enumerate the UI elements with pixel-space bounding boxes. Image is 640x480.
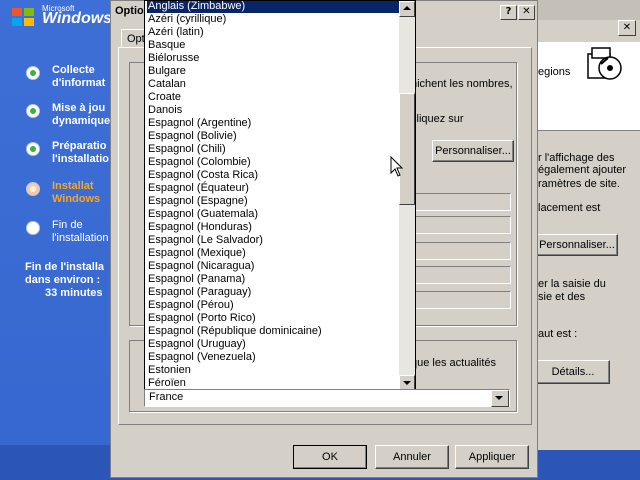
locale-dropdown-list[interactable]: Anglais (Zimbabwe) Azéri (cyrillique) Azér… bbox=[144, 0, 416, 392]
arrow-down-icon bbox=[403, 381, 411, 385]
step-done-icon bbox=[26, 66, 40, 80]
back-text-emplacement: lacement est bbox=[538, 202, 601, 214]
locale-list-item[interactable]: Biélorusse bbox=[147, 52, 399, 65]
back-text-saisie2: sie et des bbox=[538, 291, 586, 303]
back-window-header: egions bbox=[538, 42, 640, 130]
step-label-line1: Installat bbox=[52, 180, 94, 192]
step-current-icon bbox=[26, 182, 40, 196]
step-label-line2: l'installation bbox=[52, 232, 109, 244]
list-scrollbar[interactable] bbox=[399, 1, 415, 391]
locale-list-item[interactable]: Espagnol (Argentine) bbox=[147, 117, 399, 130]
back-text-affichage1: r l'affichage des bbox=[538, 152, 615, 164]
locale-list-item[interactable]: Espagnol (Équateur) bbox=[147, 182, 399, 195]
locale-list-items: Anglais (Zimbabwe) Azéri (cyrillique) Azér… bbox=[147, 1, 399, 390]
combobox-dropdown-button[interactable] bbox=[491, 390, 509, 407]
step-label-line2: dynamique bbox=[52, 115, 111, 127]
back-text-affichage3: ramètres de site. bbox=[538, 178, 620, 190]
back-text-affichage2: également ajouter bbox=[538, 164, 627, 176]
time-remaining: Fin de l'installa dans environ : 33 minu… bbox=[25, 261, 110, 300]
step-label-line2: d'informat bbox=[52, 77, 106, 89]
back-text-defaut: aut est : bbox=[538, 328, 578, 340]
step-pending-icon bbox=[26, 221, 40, 235]
step-done-icon bbox=[26, 142, 40, 156]
locale-list-item[interactable]: Espagnol (Le Salvador) bbox=[147, 234, 399, 247]
locale-list-item[interactable]: Catalan bbox=[147, 78, 399, 91]
scroll-thumb[interactable] bbox=[399, 93, 415, 205]
back-customize-button[interactable]: Personnaliser... bbox=[536, 234, 618, 256]
locale-list-item[interactable]: Anglais (Zimbabwe) bbox=[147, 1, 399, 13]
logo-windows-text: Windows bbox=[42, 10, 113, 27]
locale-list-item[interactable]: Bulgare bbox=[147, 65, 399, 78]
locale-list-item[interactable]: Espagnol (Costa Rica) bbox=[147, 169, 399, 182]
sample-long-date-field bbox=[409, 291, 511, 309]
locale-list-item[interactable]: Espagnol (Guatemala) bbox=[147, 208, 399, 221]
locale-list-item[interactable]: Azéri (cyrillique) bbox=[147, 13, 399, 26]
apply-button[interactable]: Appliquer bbox=[455, 445, 529, 469]
close-button[interactable]: ✕ bbox=[518, 5, 535, 20]
back-details-button[interactable]: Détails... bbox=[536, 360, 610, 384]
locale-list-item[interactable]: Croate bbox=[147, 91, 399, 104]
locale-list-item[interactable]: Espagnol (Venezuela) bbox=[147, 351, 399, 364]
locale-list-item[interactable]: Espagnol (Honduras) bbox=[147, 221, 399, 234]
locale-list-item[interactable]: Espagnol (Uruguay) bbox=[147, 338, 399, 351]
locale-list-item[interactable]: Espagnol (Chili) bbox=[147, 143, 399, 156]
chevron-down-icon bbox=[495, 396, 503, 400]
time-remaining-line3: 33 minutes bbox=[45, 287, 103, 299]
locale-list-item[interactable]: Espagnol (Paraguay) bbox=[147, 286, 399, 299]
step-label-line1: Fin de bbox=[52, 219, 83, 231]
locale-list-item[interactable]: Basque bbox=[147, 39, 399, 52]
customize-button[interactable]: Personnaliser... bbox=[432, 140, 514, 162]
back-window-close-button[interactable]: ✕ bbox=[618, 20, 636, 36]
locale-list-item[interactable]: Espagnol (Nicaragua) bbox=[147, 260, 399, 273]
time-remaining-line2: dans environ : bbox=[25, 274, 101, 286]
locale-list-item[interactable]: Espagnol (Porto Rico) bbox=[147, 312, 399, 325]
location-combobox-value: France bbox=[149, 391, 184, 403]
step-label-line1: Mise à jou bbox=[52, 102, 106, 114]
back-text-saisie1: er la saisie du bbox=[538, 278, 606, 290]
regional-settings-icon bbox=[584, 44, 624, 84]
locale-list-item[interactable]: Espagnol (Pérou) bbox=[147, 299, 399, 312]
step-label-line2: l'installatio bbox=[52, 153, 110, 165]
locale-list-item[interactable]: Espagnol (République dominicaine) bbox=[147, 325, 399, 338]
step-done-icon bbox=[26, 104, 40, 118]
locale-list-item[interactable]: Danois bbox=[147, 104, 399, 117]
step-label-line2: Windows bbox=[52, 193, 101, 205]
locale-list-item[interactable]: Espagnol (Mexique) bbox=[147, 247, 399, 260]
step-label-line1: Collecte bbox=[52, 64, 95, 76]
windows-flag-icon bbox=[12, 8, 36, 26]
scroll-up-button[interactable] bbox=[399, 1, 415, 17]
sample-number-field bbox=[409, 193, 511, 211]
arrow-up-icon bbox=[403, 6, 411, 10]
ok-button[interactable]: OK bbox=[293, 445, 367, 469]
sample-time-field bbox=[409, 242, 511, 260]
mouse-cursor-icon bbox=[390, 155, 404, 181]
locale-list-item[interactable]: Azéri (latin) bbox=[147, 26, 399, 39]
locale-list-item[interactable]: Espagnol (Colombie) bbox=[147, 156, 399, 169]
step-label-line1: Préparatio bbox=[52, 140, 107, 152]
cancel-button[interactable]: Annuler bbox=[375, 445, 449, 469]
text-actualites: que les actualités bbox=[411, 357, 496, 369]
sample-short-date-field bbox=[409, 266, 511, 284]
location-combobox[interactable]: France bbox=[144, 389, 510, 407]
back-header-text: egions bbox=[538, 66, 571, 78]
text-cliquez: cliquez sur bbox=[411, 113, 464, 125]
locale-list-item[interactable]: Espagnol (Espagne) bbox=[147, 195, 399, 208]
locale-list-item[interactable]: Espagnol (Panama) bbox=[147, 273, 399, 286]
dialog-title: Optio bbox=[115, 5, 144, 17]
text-nombres: hichent les nombres, bbox=[411, 78, 513, 90]
time-remaining-line1: Fin de l'installa bbox=[25, 261, 105, 273]
locale-list-item[interactable]: Estonien bbox=[147, 364, 399, 377]
sample-currency-field bbox=[409, 216, 511, 234]
locale-list-item[interactable]: Espagnol (Bolivie) bbox=[147, 130, 399, 143]
help-button[interactable]: ? bbox=[500, 5, 517, 20]
